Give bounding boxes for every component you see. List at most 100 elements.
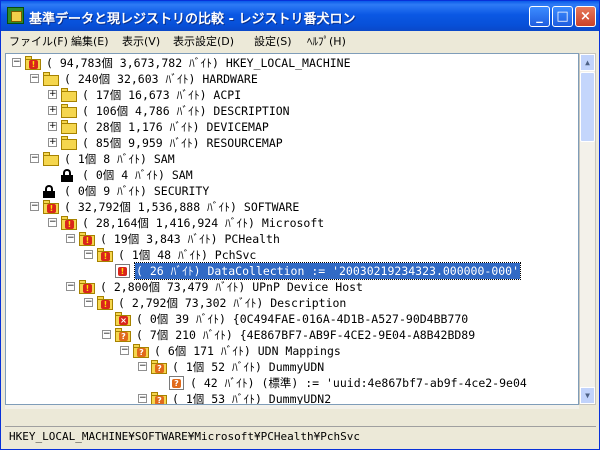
title-bar[interactable]: 基準データと現レジストリの比較 - レジストリ番犬ロン _ □ ×	[1, 1, 599, 31]
tree-row[interactable]: + ( 17個 16,673 ﾊﾞｲﾄ) ACPI	[6, 87, 578, 103]
tree-row-label: ( 7個 210 ﾊﾞｲﾄ) {4E867BF7-AB9F-4CE2-9E04-…	[136, 328, 476, 342]
tree-row-label: ( 19個 3,843 ﾊﾞｲﾄ) PCHealth	[100, 232, 280, 246]
collapse-icon[interactable]: −	[12, 58, 21, 67]
horizontal-scrollbar[interactable]	[5, 405, 579, 409]
folder-icon: ?	[151, 392, 168, 404]
menu-view[interactable]: 表示(V)	[122, 33, 160, 49]
menu-help[interactable]: ﾍﾙﾌﾟ(H)	[307, 33, 346, 49]
folder-icon: ?	[151, 360, 168, 374]
status-path: HKEY_LOCAL_MACHINE¥SOFTWARE¥Microsoft¥PC…	[9, 430, 360, 443]
window-title: 基準データと現レジストリの比較 - レジストリ番犬ロン	[29, 12, 356, 27]
tree-row-label: ( 94,783個 3,673,782 ﾊﾞｲﾄ) HKEY_LOCAL_MAC…	[46, 56, 351, 70]
collapse-icon[interactable]: −	[66, 234, 75, 243]
question-icon: ?	[137, 348, 146, 357]
menu-file[interactable]: ファイル(F)	[9, 33, 68, 49]
registry-value-icon: !	[115, 264, 130, 278]
tree-row[interactable]: + ( 106個 4,786 ﾊﾞｲﾄ) DESCRIPTION	[6, 103, 578, 119]
folder-icon	[43, 152, 60, 166]
collapse-icon[interactable]: −	[30, 154, 39, 163]
status-bar: HKEY_LOCAL_MACHINE¥SOFTWARE¥Microsoft¥PC…	[5, 426, 596, 446]
scroll-up-arrow-icon[interactable]: ▲	[580, 54, 595, 71]
tree-row-label: ( 6個 171 ﾊﾞｲﾄ) UDN Mappings	[154, 344, 341, 358]
folder-icon	[61, 104, 78, 118]
collapse-icon[interactable]: −	[66, 282, 75, 291]
collapse-icon[interactable]: −	[48, 218, 57, 227]
maximize-button[interactable]: □	[552, 6, 573, 27]
folder-icon: !	[61, 216, 78, 230]
collapse-icon[interactable]: −	[138, 394, 147, 403]
tree-row[interactable]: −! ( 1個 48 ﾊﾞｲﾄ) PchSvc	[6, 247, 578, 263]
tree-row[interactable]: −! ( 28,164個 1,416,924 ﾊﾞｲﾄ) Microsoft	[6, 215, 578, 231]
question-icon: ?	[155, 396, 164, 404]
close-button[interactable]: ×	[575, 6, 596, 27]
folder-icon: !	[25, 56, 42, 70]
menu-edit[interactable]: 編集(E)	[71, 33, 109, 49]
tree-row[interactable]: −? ( 7個 210 ﾊﾞｲﾄ) {4E867BF7-AB9F-4CE2-9E0…	[6, 327, 578, 343]
warning-icon: !	[118, 267, 127, 276]
tree-row[interactable]: ( 0個 9 ﾊﾞｲﾄ) SECURITY	[6, 183, 578, 199]
tree-row[interactable]: −! ( 94,783個 3,673,782 ﾊﾞｲﾄ) HKEY_LOCAL_M…	[6, 55, 578, 71]
tree-row[interactable]: × ( 0個 39 ﾊﾞｲﾄ) {0C494FAE-016A-4D1B-A527-…	[6, 311, 578, 327]
menu-settings[interactable]: 設定(S)	[254, 33, 292, 49]
tree-row-label: ( 42 ﾊﾞｲﾄ) (標準) := 'uuid:4e867bf7-ab9f-4…	[190, 376, 527, 390]
tree-row-label: ( 0個 39 ﾊﾞｲﾄ) {0C494FAE-016A-4D1B-A527-9…	[136, 312, 469, 326]
app-icon[interactable]	[7, 7, 24, 24]
tree-row[interactable]: + ( 85個 9,959 ﾊﾞｲﾄ) RESOURCEMAP	[6, 135, 578, 151]
tree-row[interactable]: −! ( 2,800個 73,479 ﾊﾞｲﾄ) UPnP Device Host	[6, 279, 578, 295]
collapse-icon[interactable]: −	[138, 362, 147, 371]
tree-row[interactable]: ? ( 42 ﾊﾞｲﾄ) (標準) := 'uuid:4e867bf7-ab9f-…	[6, 375, 578, 391]
tree-row-label: ( 240個 32,603 ﾊﾞｲﾄ) HARDWARE	[64, 72, 258, 86]
folder-icon: !	[97, 296, 114, 310]
tree-row-label: ( 32,792個 1,536,888 ﾊﾞｲﾄ) SOFTWARE	[64, 200, 300, 214]
tree-row[interactable]: ! ( 26 ﾊﾞｲﾄ) DataCollection := '200302192…	[6, 262, 578, 280]
tree-row-label: ( 1個 52 ﾊﾞｲﾄ) DummyUDN	[172, 360, 325, 374]
tree-row[interactable]: −? ( 1個 53 ﾊﾞｲﾄ) DummyUDN2	[6, 391, 578, 405]
collapse-icon[interactable]: −	[84, 298, 93, 307]
minimize-button[interactable]: _	[529, 6, 550, 27]
registry-tree[interactable]: −! ( 94,783個 3,673,782 ﾊﾞｲﾄ) HKEY_LOCAL_M…	[5, 53, 579, 405]
folder-icon	[43, 72, 60, 86]
expand-icon[interactable]: +	[48, 106, 57, 115]
folder-icon: !	[79, 232, 96, 246]
warning-icon: !	[83, 284, 92, 293]
expand-icon[interactable]: +	[48, 90, 57, 99]
tree-row[interactable]: −! ( 2,792個 73,302 ﾊﾞｲﾄ) Description	[6, 295, 578, 311]
tree-row[interactable]: − ( 1個 8 ﾊﾞｲﾄ) SAM	[6, 151, 578, 167]
vertical-scrollbar[interactable]: ▲ ▼	[579, 53, 596, 405]
tree-row[interactable]: −? ( 6個 171 ﾊﾞｲﾄ) UDN Mappings	[6, 343, 578, 359]
folder-icon: ?	[133, 344, 150, 358]
tree-row[interactable]: + ( 28個 1,176 ﾊﾞｲﾄ) DEVICEMAP	[6, 119, 578, 135]
tree-row[interactable]: −? ( 1個 52 ﾊﾞｲﾄ) DummyUDN	[6, 359, 578, 375]
tree-row-label: ( 2,792個 73,302 ﾊﾞｲﾄ) Description	[118, 296, 347, 310]
tree-row-label: ( 85個 9,959 ﾊﾞｲﾄ) RESOURCEMAP	[82, 136, 283, 150]
scroll-thumb[interactable]	[580, 72, 595, 142]
tree-row-label: ( 0個 4 ﾊﾞｲﾄ) SAM	[82, 168, 193, 182]
collapse-icon[interactable]: −	[120, 346, 129, 355]
folder-icon	[61, 136, 78, 150]
folder-icon: ?	[115, 328, 132, 342]
collapse-icon[interactable]: −	[84, 250, 93, 259]
folder-icon	[61, 120, 78, 134]
collapse-icon[interactable]: −	[102, 330, 111, 339]
warning-icon: !	[83, 236, 92, 245]
collapse-icon[interactable]: −	[30, 202, 39, 211]
scroll-down-arrow-icon[interactable]: ▼	[580, 387, 595, 404]
tree-row[interactable]: −! ( 32,792個 1,536,888 ﾊﾞｲﾄ) SOFTWARE	[6, 199, 578, 215]
menu-display-settings[interactable]: 表示設定(D)	[173, 33, 234, 49]
expand-icon[interactable]: +	[48, 122, 57, 131]
folder-icon	[61, 88, 78, 102]
expand-icon[interactable]: +	[48, 138, 57, 147]
tree-row-label: ( 28,164個 1,416,924 ﾊﾞｲﾄ) Microsoft	[82, 216, 325, 230]
tree-row-label: ( 1個 53 ﾊﾞｲﾄ) DummyUDN2	[172, 392, 332, 405]
collapse-icon[interactable]: −	[30, 74, 39, 83]
tree-row[interactable]: − ( 240個 32,603 ﾊﾞｲﾄ) HARDWARE	[6, 71, 578, 87]
menu-bar: ファイル(F) 編集(E) 表示(V) 表示設定(D) 設定(S) ﾍﾙﾌﾟ(H…	[1, 31, 599, 50]
tree-row-label: ( 2,800個 73,479 ﾊﾞｲﾄ) UPnP Device Host	[100, 280, 363, 294]
tree-row[interactable]: ( 0個 4 ﾊﾞｲﾄ) SAM	[6, 167, 578, 183]
warning-icon: !	[101, 300, 110, 309]
error-icon: ×	[119, 316, 128, 325]
tree-row-label: ( 0個 9 ﾊﾞｲﾄ) SECURITY	[64, 184, 210, 198]
folder-icon: !	[43, 200, 60, 214]
warning-icon: !	[101, 252, 110, 261]
tree-row[interactable]: −! ( 19個 3,843 ﾊﾞｲﾄ) PCHealth	[6, 231, 578, 247]
